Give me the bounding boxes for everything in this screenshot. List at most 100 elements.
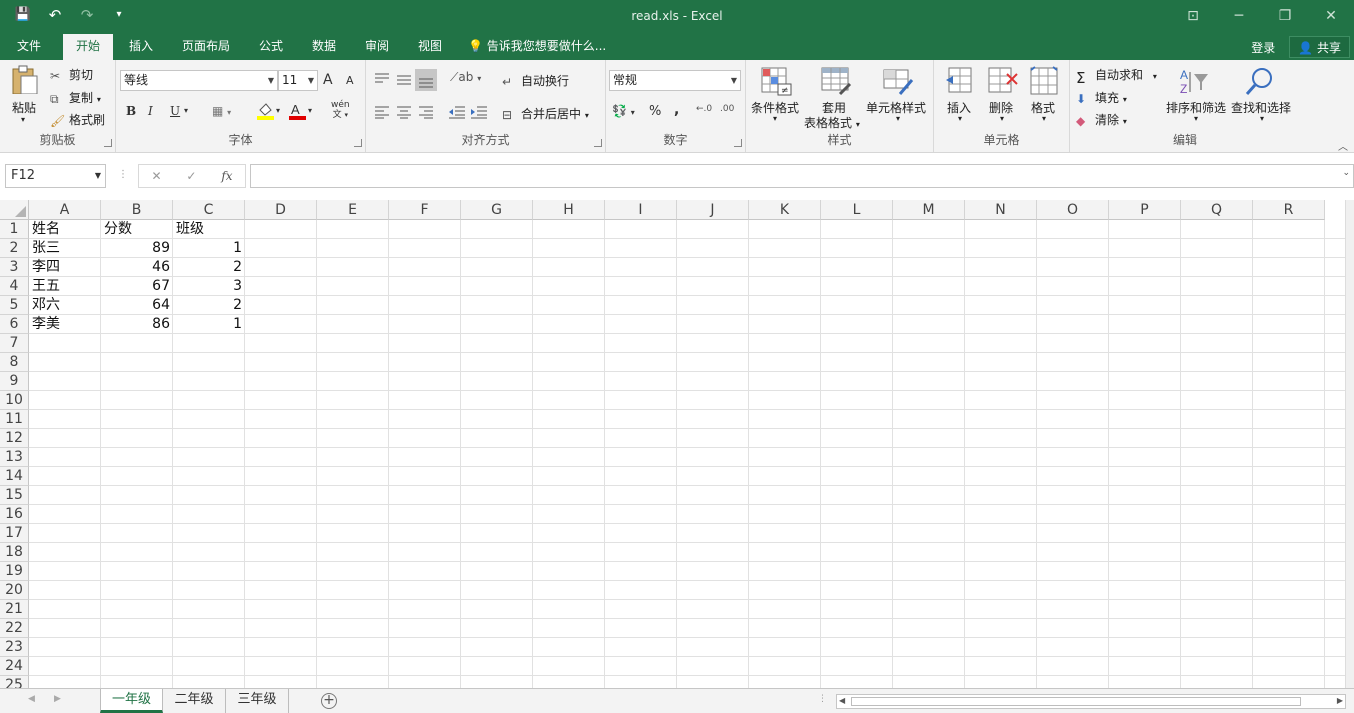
row-header-14[interactable]: 14 <box>0 467 29 486</box>
row-header-10[interactable]: 10 <box>0 391 29 410</box>
align-top-icon[interactable] <box>374 72 390 86</box>
cell-A1[interactable]: 姓名 <box>29 220 101 239</box>
cell-C2[interactable]: 1 <box>173 239 245 258</box>
cell-A5[interactable]: 邓六 <box>29 296 101 315</box>
find-select-icon[interactable] <box>1244 66 1276 96</box>
cell-C6[interactable]: 1 <box>173 315 245 334</box>
column-header-Q[interactable]: Q <box>1181 200 1253 220</box>
ribbon-display-options-button[interactable]: ⊡ <box>1170 0 1216 32</box>
cell-B5[interactable]: 64 <box>101 296 173 315</box>
decrease-indent-icon[interactable] <box>448 105 466 119</box>
cell-C3[interactable]: 2 <box>173 258 245 277</box>
cell-C5[interactable]: 2 <box>173 296 245 315</box>
underline-dropdown-icon[interactable]: ▾ <box>184 106 188 115</box>
fill-color-button[interactable] <box>256 102 274 123</box>
conditional-formatting-dropdown-icon[interactable]: ▾ <box>773 114 777 123</box>
clipboard-launcher-icon[interactable] <box>104 139 112 147</box>
align-right-icon[interactable] <box>418 105 434 119</box>
sheet-tab-1[interactable]: 一年级 <box>100 689 163 713</box>
row-header-2[interactable]: 2 <box>0 239 29 258</box>
column-header-H[interactable]: H <box>533 200 605 220</box>
cell-B2[interactable]: 89 <box>101 239 173 258</box>
select-all-button[interactable] <box>0 200 29 220</box>
cut-button[interactable]: ✂ 剪切 <box>50 66 93 83</box>
number-launcher-icon[interactable] <box>734 139 742 147</box>
font-color-button[interactable]: A <box>288 102 306 123</box>
paste-icon[interactable] <box>9 64 41 94</box>
column-header-B[interactable]: B <box>101 200 173 220</box>
row-header-23[interactable]: 23 <box>0 638 29 657</box>
italic-button[interactable]: I <box>148 104 153 118</box>
conditional-formatting-icon[interactable]: ≠ <box>760 66 792 96</box>
grow-font-button[interactable]: A <box>323 72 333 88</box>
spreadsheet-grid[interactable]: ABCDEFGHIJKLMNOPQR 1 2 3 4 5 6 7 8 9 10 11 12 13 14 15… <box>0 200 1354 688</box>
cancel-entry-icon[interactable]: ✕ <box>151 169 161 183</box>
cell-A6[interactable]: 李美 <box>29 315 101 334</box>
sort-filter-dropdown-icon[interactable]: ▾ <box>1194 114 1198 123</box>
tab-review[interactable]: 审阅 <box>354 34 400 60</box>
tab-home[interactable]: 开始 <box>63 34 113 60</box>
font-size-select[interactable]: 11 ▼ <box>278 70 318 91</box>
tab-view[interactable]: 视图 <box>407 34 453 60</box>
cell-C1[interactable]: 班级 <box>173 220 245 239</box>
scroll-right-icon[interactable]: ▶ <box>1337 696 1343 705</box>
row-header-4[interactable]: 4 <box>0 277 29 296</box>
row-header-9[interactable]: 9 <box>0 372 29 391</box>
column-header-A[interactable]: A <box>29 200 101 220</box>
font-name-select[interactable]: 等线 ▼ <box>120 70 278 91</box>
row-header-6[interactable]: 6 <box>0 315 29 334</box>
paste-dropdown-icon[interactable]: ▾ <box>21 115 25 124</box>
format-dropdown-icon[interactable]: ▾ <box>1042 114 1046 123</box>
row-header-19[interactable]: 19 <box>0 562 29 581</box>
font-color-dropdown-icon[interactable]: ▾ <box>308 106 312 115</box>
number-format-select[interactable]: 常规 ▼ <box>609 70 741 91</box>
align-bottom-icon[interactable] <box>415 69 437 91</box>
copy-button[interactable]: ⧉ 复制 ▾ <box>50 89 101 106</box>
cell-B6[interactable]: 86 <box>101 315 173 334</box>
format-as-table-button[interactable]: 表格格式 ▾ <box>804 114 860 131</box>
column-header-J[interactable]: J <box>677 200 749 220</box>
row-header-22[interactable]: 22 <box>0 619 29 638</box>
scroll-sheets-left-icon[interactable]: ◀ <box>28 694 35 704</box>
cell-C4[interactable]: 3 <box>173 277 245 296</box>
cell-A4[interactable]: 王五 <box>29 277 101 296</box>
increase-indent-icon[interactable] <box>470 105 488 119</box>
row-header-7[interactable]: 7 <box>0 334 29 353</box>
percent-style-button[interactable]: % <box>649 104 661 119</box>
scroll-left-icon[interactable]: ◀ <box>839 696 845 705</box>
row-header-1[interactable]: 1 <box>0 220 29 239</box>
row-header-21[interactable]: 21 <box>0 600 29 619</box>
wrap-text-button[interactable]: ↵ 自动换行 <box>502 72 569 89</box>
cell-A2[interactable]: 张三 <box>29 239 101 258</box>
bold-button[interactable]: B <box>126 104 136 118</box>
collapse-ribbon-icon[interactable]: ︿ <box>1338 138 1348 153</box>
cell-B1[interactable]: 分数 <box>101 220 173 239</box>
column-header-I[interactable]: I <box>605 200 677 220</box>
align-center-icon[interactable] <box>396 105 412 119</box>
column-header-F[interactable]: F <box>389 200 461 220</box>
phonetic-guide-button[interactable]: wén 文 ▾ <box>331 100 350 120</box>
delete-cells-icon[interactable] <box>987 66 1019 96</box>
align-middle-icon[interactable] <box>396 72 412 86</box>
minimize-button[interactable]: ─ <box>1216 0 1262 32</box>
cell-B4[interactable]: 67 <box>101 277 173 296</box>
column-header-K[interactable]: K <box>749 200 821 220</box>
paste-button[interactable]: 粘贴 <box>12 99 36 116</box>
vertical-scrollbar[interactable] <box>1345 200 1354 688</box>
row-header-5[interactable]: 5 <box>0 296 29 315</box>
format-as-table-icon[interactable] <box>820 66 852 96</box>
row-header-20[interactable]: 20 <box>0 581 29 600</box>
insert-dropdown-icon[interactable]: ▾ <box>958 114 962 123</box>
fill-color-dropdown-icon[interactable]: ▾ <box>276 106 280 115</box>
row-header-12[interactable]: 12 <box>0 429 29 448</box>
row-header-3[interactable]: 3 <box>0 258 29 277</box>
cell-styles-dropdown-icon[interactable]: ▾ <box>896 114 900 123</box>
name-box[interactable]: F12 ▼ <box>5 164 106 188</box>
scrollbar-thumb[interactable] <box>851 697 1301 706</box>
sort-filter-icon[interactable]: AZ <box>1178 66 1210 96</box>
column-header-E[interactable]: E <box>317 200 389 220</box>
formula-bar-resize-handle[interactable]: ⋮ <box>118 169 128 180</box>
format-cells-icon[interactable] <box>1029 66 1061 96</box>
sign-in-link[interactable]: 登录 <box>1251 39 1275 56</box>
clear-button[interactable]: ◆ 清除 ▾ <box>1076 111 1127 128</box>
